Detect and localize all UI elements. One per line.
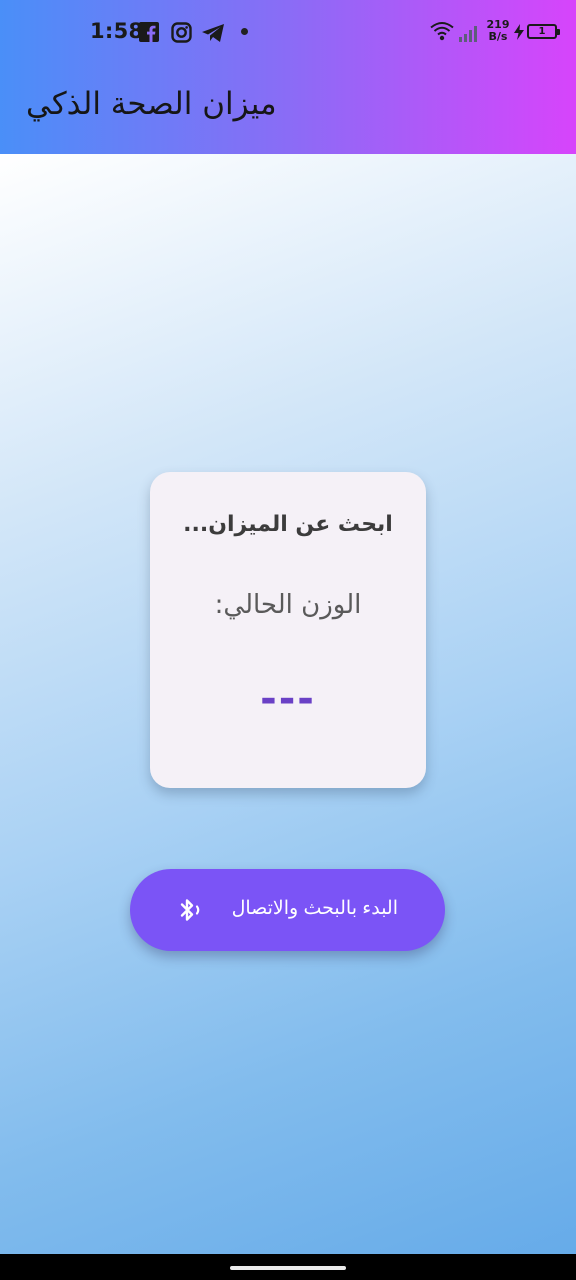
signal-icon bbox=[459, 26, 477, 42]
network-speed-unit: B/s bbox=[488, 30, 508, 43]
main-content: ...ابحث عن الميزان :الوزن الحالي --- الب… bbox=[0, 154, 576, 1254]
connect-button-label: البدء بالبحث والاتصال bbox=[231, 898, 398, 919]
notification-dot bbox=[241, 28, 248, 35]
telegram-icon bbox=[202, 24, 224, 42]
charging-bolt-icon bbox=[514, 24, 524, 40]
home-indicator[interactable] bbox=[230, 1266, 346, 1270]
app-title: ميزان الصحة الذكي bbox=[26, 86, 277, 122]
start-search-connect-button[interactable]: البدء بالبحث والاتصال bbox=[130, 869, 445, 951]
weight-card: ...ابحث عن الميزان :الوزن الحالي --- bbox=[150, 472, 426, 788]
battery-icon: 1 bbox=[527, 24, 560, 39]
facebook-icon bbox=[139, 22, 159, 42]
app-bar: ميزان الصحة الذكي bbox=[0, 66, 576, 154]
status-bar: 1:58 219 B/s 1 bbox=[0, 0, 576, 66]
network-speed: 219 B/s bbox=[485, 19, 511, 43]
wifi-icon bbox=[430, 22, 454, 41]
instagram-icon bbox=[171, 22, 192, 43]
connection-status: ...ابحث عن الميزان bbox=[183, 512, 393, 537]
system-nav-bar bbox=[0, 1254, 576, 1280]
bluetooth-searching-icon bbox=[180, 899, 200, 921]
top-gradient-header: 1:58 219 B/s 1 ميزان الصحة الذكي bbox=[0, 0, 576, 154]
status-time: 1:58 bbox=[90, 19, 144, 43]
current-weight-value: --- bbox=[260, 676, 316, 722]
current-weight-label: :الوزن الحالي bbox=[214, 590, 362, 620]
